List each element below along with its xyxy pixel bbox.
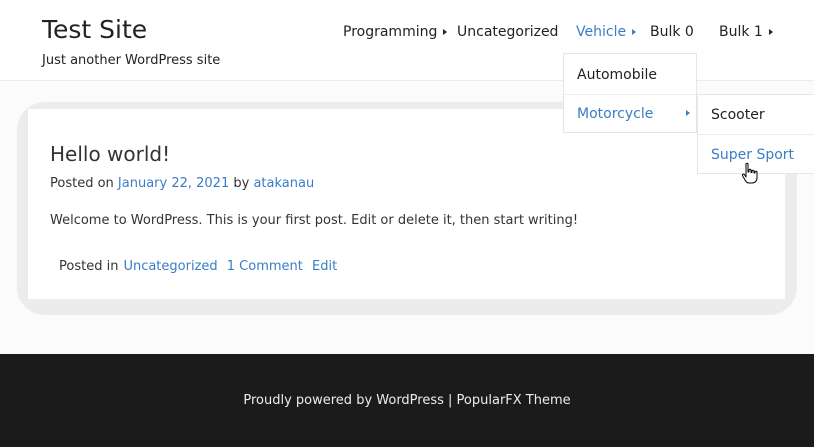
nav-item-label: Programming: [343, 24, 438, 40]
submenu-item-label: Motorcycle: [577, 105, 654, 122]
post-content: Welcome to WordPress. This is your first…: [50, 213, 579, 228]
caret-right-icon: [686, 110, 690, 116]
site-footer: Proudly powered by WordPress | PopularFX…: [0, 354, 814, 447]
footer-credit[interactable]: Proudly powered by WordPress | PopularFX…: [0, 393, 814, 408]
submenu-item-label: Scooter: [711, 106, 765, 123]
submenu-item-automobile[interactable]: Automobile: [564, 55, 696, 94]
nav-item-label: Bulk 0: [650, 24, 694, 40]
nav-item-uncategorized[interactable]: Uncategorized: [457, 24, 558, 40]
submenu-item-label: Super Sport: [711, 146, 795, 163]
nav-item-bulk-0[interactable]: Bulk 0: [650, 24, 694, 40]
posted-in-label: Posted in: [59, 259, 119, 274]
submenu-item-scooter[interactable]: Scooter: [698, 95, 814, 134]
nav-item-label: Bulk 1: [719, 24, 763, 40]
submenu-item-label: Automobile: [577, 66, 657, 83]
nav-item-programming[interactable]: Programming: [343, 24, 448, 40]
post-meta: Posted on January 22, 2021 by atakanau: [50, 176, 314, 191]
caret-right-icon: [443, 29, 448, 35]
site-tagline: Just another WordPress site: [42, 53, 221, 68]
nav-item-label: Uncategorized: [457, 24, 559, 40]
edit-link[interactable]: Edit: [312, 259, 337, 274]
nav-item-label: Vehicle: [576, 24, 627, 40]
post-title[interactable]: Hello world!: [50, 142, 170, 166]
caret-right-icon: [632, 29, 637, 35]
submenu-item-motorcycle[interactable]: Motorcycle: [564, 94, 696, 133]
nav-item-vehicle[interactable]: Vehicle: [576, 24, 637, 40]
comments-link[interactable]: 1 Comment: [227, 259, 303, 274]
vehicle-submenu: Automobile Motorcycle: [563, 53, 697, 133]
posted-on-label: Posted on: [50, 176, 114, 191]
site-title[interactable]: Test Site: [42, 15, 147, 44]
caret-right-icon: [768, 29, 773, 35]
post-footer-meta: Posted in Uncategorized 1 Comment Edit: [59, 259, 337, 274]
post-date-link[interactable]: January 22, 2021: [118, 176, 229, 191]
nav-item-bulk-1[interactable]: Bulk 1: [719, 24, 773, 40]
by-label: by: [233, 176, 250, 191]
category-link[interactable]: Uncategorized: [123, 259, 217, 274]
hand-pointer-cursor-icon: [741, 162, 758, 184]
author-link[interactable]: atakanau: [253, 176, 314, 191]
